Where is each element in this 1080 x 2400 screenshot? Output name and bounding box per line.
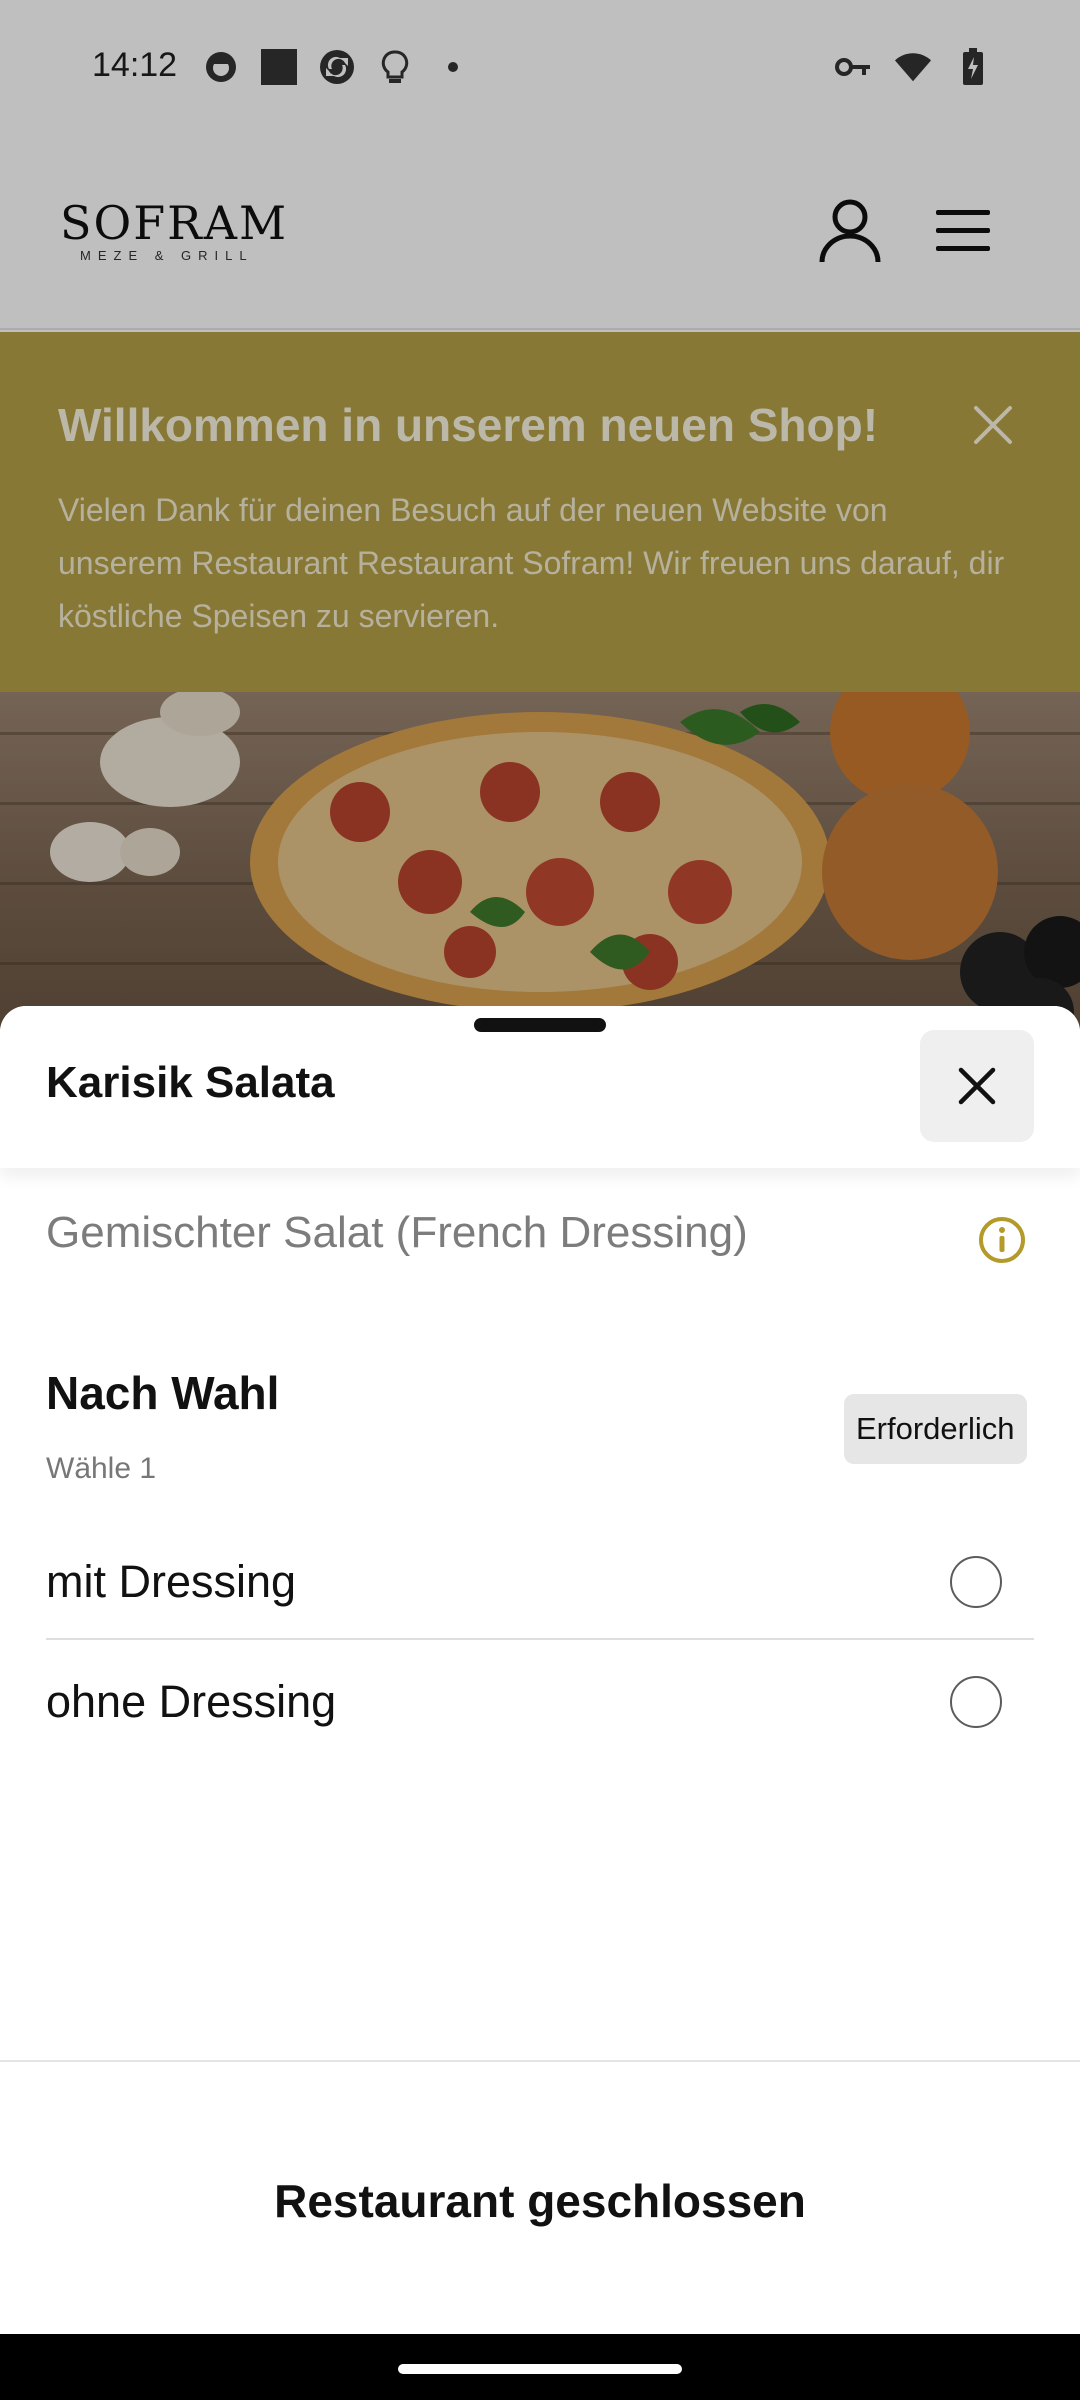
restaurant-closed-label: Restaurant geschlossen — [274, 2175, 806, 2227]
product-description-row: Gemischter Salat (French Dressing) — [0, 1168, 1080, 1272]
home-gesture-handle[interactable] — [398, 2364, 682, 2374]
option-label: mit Dressing — [46, 1556, 297, 1607]
product-description: Gemischter Salat (French Dressing) — [46, 1208, 748, 1257]
option-group-subtitle: Wähle 1 — [46, 1452, 157, 1485]
system-nav-bar — [0, 2334, 1080, 2400]
product-bottom-sheet: Karisik Salata Gemischter Salat (French … — [0, 1006, 1080, 2334]
close-sheet-button[interactable] — [920, 1030, 1034, 1142]
option-ohne-dressing[interactable]: ohne Dressing — [46, 1642, 1034, 1760]
product-title: Karisik Salata — [46, 1058, 335, 1107]
close-icon — [958, 1067, 996, 1105]
option-group-title: Nach Wahl — [46, 1367, 280, 1419]
radio-button[interactable] — [950, 1556, 1002, 1608]
radio-button[interactable] — [950, 1676, 1002, 1728]
drag-handle[interactable] — [474, 1018, 606, 1032]
sheet-footer: Restaurant geschlossen — [0, 2060, 1080, 2334]
required-badge: Erforderlich — [844, 1394, 1027, 1464]
info-icon[interactable] — [978, 1216, 1026, 1264]
option-label: ohne Dressing — [46, 1676, 337, 1727]
option-mit-dressing[interactable]: mit Dressing — [46, 1522, 1034, 1640]
sheet-header: Karisik Salata — [0, 1006, 1080, 1168]
